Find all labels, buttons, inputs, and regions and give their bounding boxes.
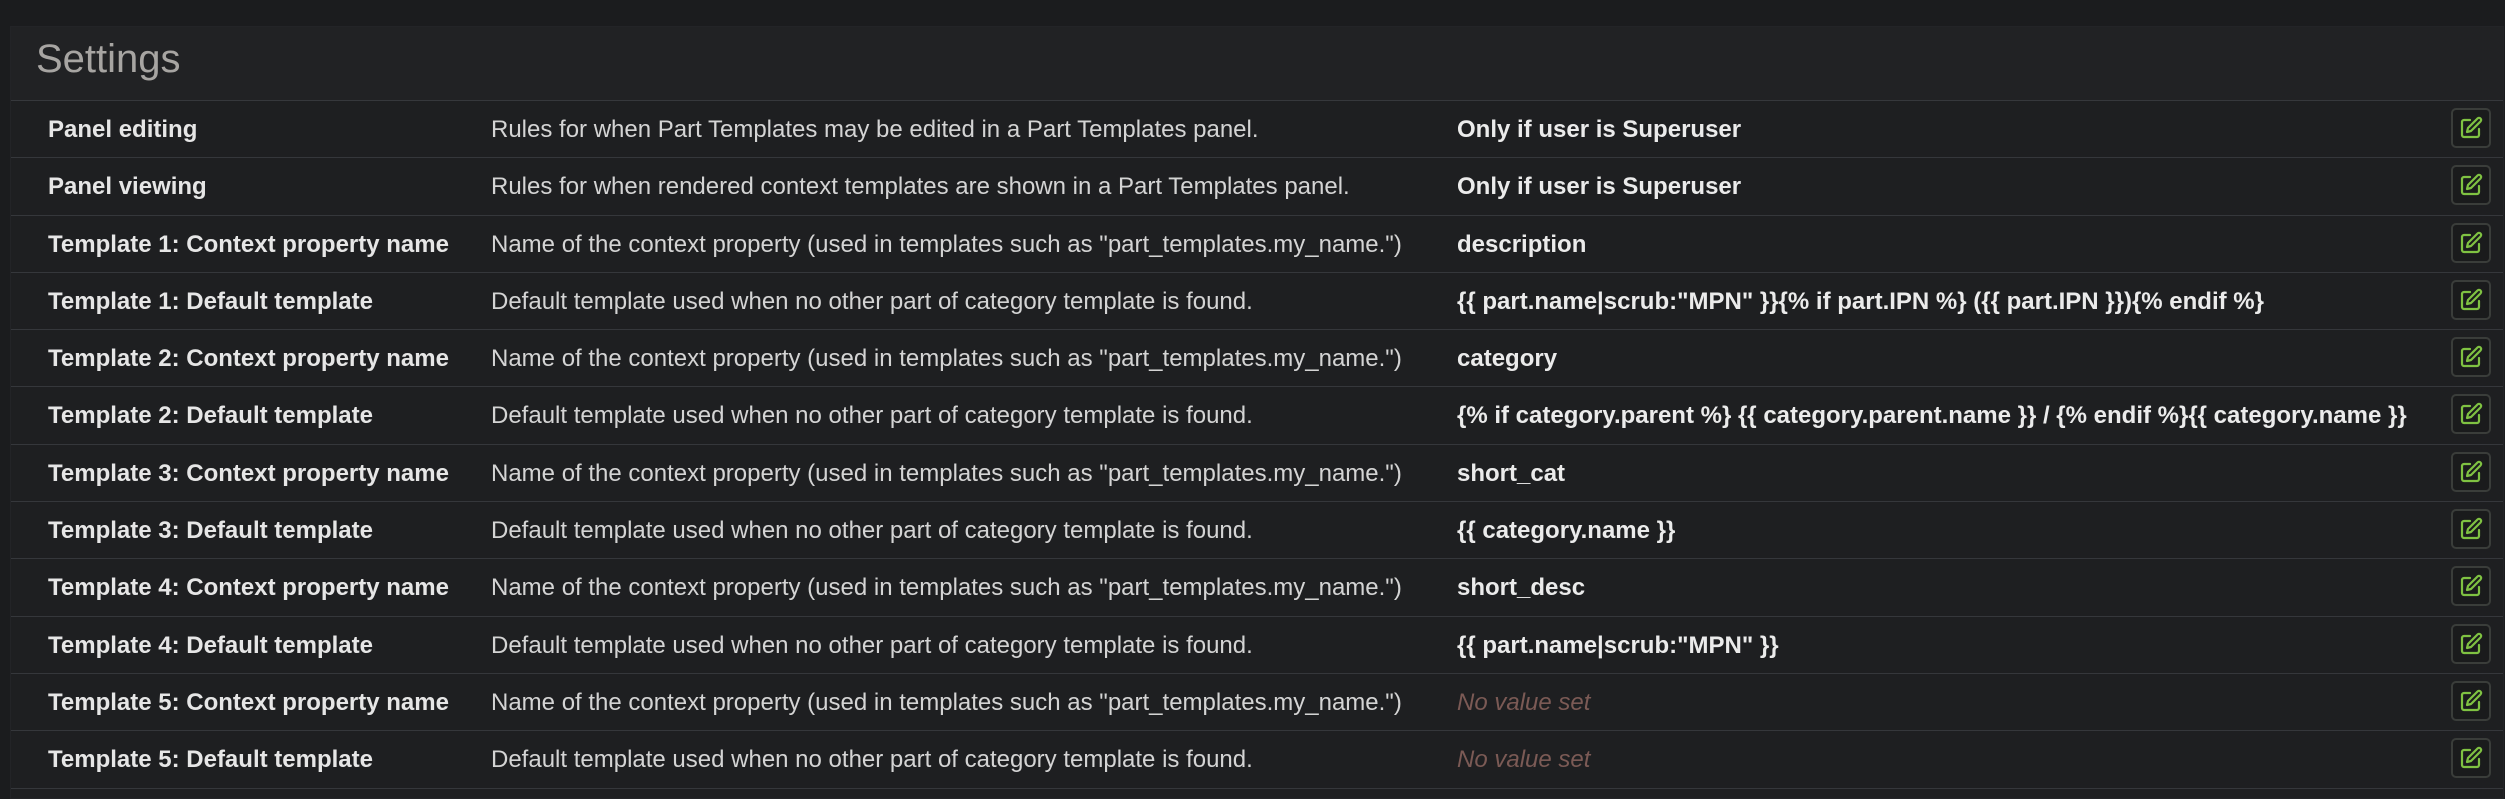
edit-setting-button[interactable] bbox=[2451, 394, 2491, 435]
edit-icon bbox=[2459, 288, 2483, 312]
setting-row: Template 5: Context property name Name of… bbox=[11, 674, 2503, 732]
edit-icon bbox=[2459, 345, 2483, 369]
setting-value: {{ part.name|scrub:"MPN" }}{% if part.IP… bbox=[1457, 287, 2264, 315]
setting-row: Panel editing Rules for when Part Templat… bbox=[11, 101, 2503, 159]
setting-value: {{ category.name }} bbox=[1457, 517, 1676, 545]
setting-description: Default template used when no other part… bbox=[491, 746, 1253, 774]
edit-icon bbox=[2459, 231, 2483, 255]
setting-name: Template 3: Default template bbox=[48, 517, 373, 545]
setting-name: Template 1: Default template bbox=[48, 287, 373, 315]
setting-name: Template 5: Default template bbox=[48, 746, 373, 774]
edit-setting-button[interactable] bbox=[2451, 623, 2491, 664]
edit-setting-button[interactable] bbox=[2451, 738, 2491, 779]
setting-description: Default template used when no other part… bbox=[491, 631, 1253, 659]
edit-icon bbox=[2459, 173, 2483, 197]
edit-setting-button[interactable] bbox=[2451, 566, 2491, 607]
setting-description: Name of the context property (used in te… bbox=[491, 345, 1402, 373]
edit-icon bbox=[2459, 402, 2483, 426]
edit-icon bbox=[2459, 460, 2483, 484]
setting-description: Rules for when rendered context template… bbox=[491, 173, 1350, 201]
setting-value: No value set bbox=[1457, 746, 1591, 774]
edit-setting-button[interactable] bbox=[2451, 279, 2491, 320]
setting-row: Panel viewing Rules for when rendered con… bbox=[11, 158, 2503, 216]
setting-row: Template 2: Context property name Name of… bbox=[11, 330, 2503, 388]
setting-value: {% if category.parent %} {{ category.par… bbox=[1457, 402, 2407, 430]
edit-icon bbox=[2459, 116, 2483, 140]
edit-setting-button[interactable] bbox=[2451, 680, 2491, 721]
setting-value: short_desc bbox=[1457, 574, 1586, 602]
edit-icon bbox=[2459, 746, 2483, 770]
edit-setting-button[interactable] bbox=[2451, 165, 2491, 206]
setting-value: category bbox=[1457, 345, 1558, 373]
edit-setting-button[interactable] bbox=[2451, 337, 2491, 378]
setting-description: Default template used when no other part… bbox=[491, 517, 1253, 545]
setting-description: Default template used when no other part… bbox=[491, 287, 1253, 315]
setting-name: Template 3: Context property name bbox=[48, 459, 449, 487]
setting-value: No value set bbox=[1457, 688, 1591, 716]
setting-row: Template 4: Default template Default temp… bbox=[11, 617, 2503, 674]
panel-title: Settings bbox=[36, 37, 181, 81]
edit-icon bbox=[2459, 574, 2483, 598]
setting-name: Panel viewing bbox=[48, 173, 207, 201]
setting-description: Name of the context property (used in te… bbox=[491, 230, 1402, 258]
setting-name: Template 2: Context property name bbox=[48, 345, 449, 373]
panel-header: Settings bbox=[11, 27, 2503, 101]
edit-icon bbox=[2459, 632, 2483, 656]
setting-name: Template 1: Context property name bbox=[48, 230, 449, 258]
setting-description: Name of the context property (used in te… bbox=[491, 688, 1402, 716]
setting-row: Template 5: Default template Default temp… bbox=[11, 731, 2503, 789]
setting-row: Template 3: Default template Default temp… bbox=[11, 502, 2503, 560]
settings-panel: Settings Panel editing Rules for when Par… bbox=[10, 26, 2504, 799]
setting-row: Template 4: Context property name Name of… bbox=[11, 559, 2503, 617]
setting-row: Template 2: Default template Default temp… bbox=[11, 387, 2503, 445]
edit-setting-button[interactable] bbox=[2451, 222, 2491, 263]
edit-icon bbox=[2459, 689, 2483, 713]
setting-row: Template 1: Context property name Name of… bbox=[11, 216, 2503, 273]
setting-value: Only if user is Superuser bbox=[1457, 173, 1742, 201]
edit-setting-button[interactable] bbox=[2451, 451, 2491, 492]
setting-name: Template 2: Default template bbox=[48, 402, 373, 430]
settings-table: Panel editing Rules for when Part Templat… bbox=[11, 101, 2503, 789]
setting-description: Name of the context property (used in te… bbox=[491, 574, 1402, 602]
setting-row: Template 1: Default template Default temp… bbox=[11, 273, 2503, 331]
setting-value: Only if user is Superuser bbox=[1457, 116, 1742, 143]
setting-name: Template 4: Default template bbox=[48, 631, 373, 659]
edit-icon bbox=[2459, 517, 2483, 541]
setting-description: Rules for when Part Templates may be edi… bbox=[491, 116, 1259, 143]
setting-description: Default template used when no other part… bbox=[491, 402, 1253, 430]
setting-value: description bbox=[1457, 230, 1587, 258]
setting-description: Name of the context property (used in te… bbox=[491, 459, 1402, 487]
setting-name: Template 5: Context property name bbox=[48, 688, 449, 716]
setting-name: Template 4: Context property name bbox=[48, 574, 449, 602]
setting-row: Template 3: Context property name Name of… bbox=[11, 445, 2503, 503]
setting-name: Panel editing bbox=[48, 116, 198, 143]
setting-value: {{ part.name|scrub:"MPN" }} bbox=[1457, 631, 1779, 659]
setting-value: short_cat bbox=[1457, 459, 1566, 487]
edit-setting-button[interactable] bbox=[2451, 509, 2491, 550]
edit-setting-button[interactable] bbox=[2451, 108, 2491, 148]
